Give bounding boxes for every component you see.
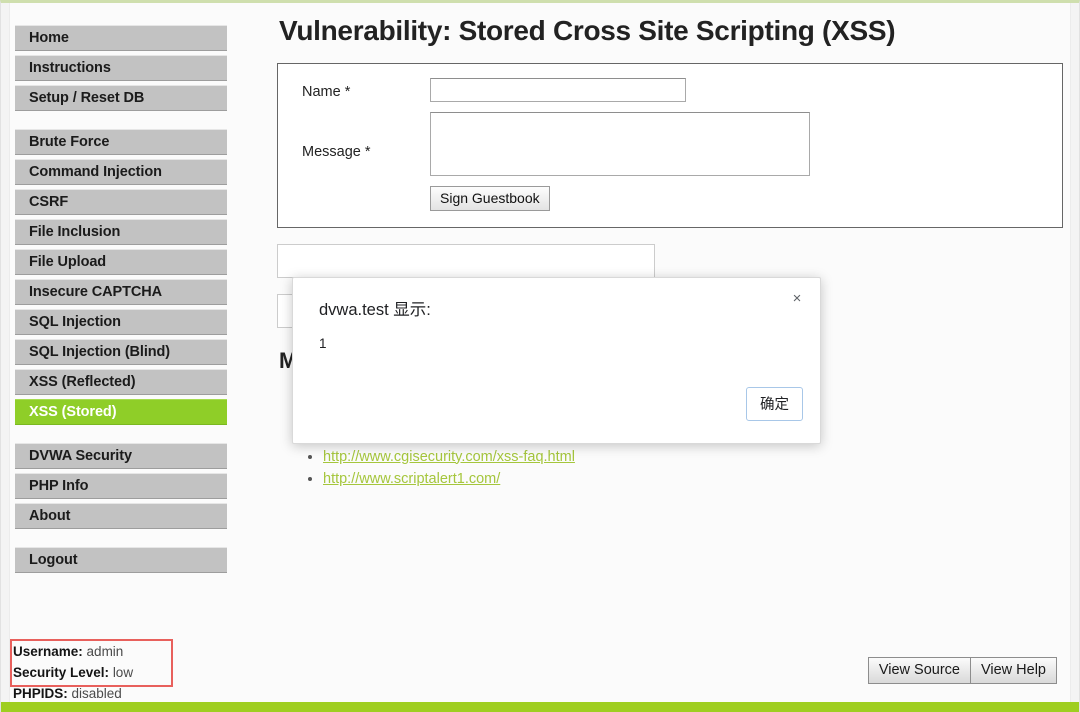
sidebar-item-about[interactable]: About [15, 503, 227, 529]
sidebar: Home Instructions Setup / Reset DB Brute… [15, 25, 227, 577]
phpids-value: disabled [71, 686, 122, 701]
message-textarea[interactable] [430, 112, 810, 176]
sidebar-item-dvwa-security[interactable]: DVWA Security [15, 443, 227, 469]
footer-accent-bar [1, 702, 1079, 712]
list-item: http://www.scriptalert1.com/ [323, 468, 1063, 491]
view-help-button[interactable]: View Help [970, 657, 1057, 684]
sidebar-item-file-upload[interactable]: File Upload [15, 249, 227, 275]
guestbook-entry [277, 244, 655, 278]
sidebar-item-sql-injection-blind[interactable]: SQL Injection (Blind) [15, 339, 227, 365]
list-item: http://www.cgisecurity.com/xss-faq.html [323, 446, 1063, 469]
username-row: Username: admin [13, 641, 235, 662]
sidebar-item-logout[interactable]: Logout [15, 547, 227, 573]
sidebar-item-home[interactable]: Home [15, 25, 227, 51]
dvwa-page: Home Instructions Setup / Reset DB Brute… [0, 0, 1080, 712]
sidebar-item-php-info[interactable]: PHP Info [15, 473, 227, 499]
sign-guestbook-button[interactable]: Sign Guestbook [430, 186, 550, 211]
sidebar-item-instructions[interactable]: Instructions [15, 55, 227, 81]
sidebar-divider [15, 533, 227, 547]
sidebar-divider [15, 115, 227, 129]
security-level-row: Security Level: low [13, 662, 235, 683]
dialog-title: dvwa.test 显示: [319, 301, 431, 319]
name-label: Name * [302, 84, 351, 100]
bottom-button-group: View Source View Help [867, 657, 1057, 684]
sidebar-item-file-inclusion[interactable]: File Inclusion [15, 219, 227, 245]
close-icon[interactable]: × [786, 288, 808, 310]
dialog-ok-button[interactable]: 确定 [746, 387, 803, 421]
sidebar-item-brute-force[interactable]: Brute Force [15, 129, 227, 155]
message-field-row: Message * [302, 112, 1044, 176]
sidebar-item-csrf[interactable]: CSRF [15, 189, 227, 215]
sidebar-item-sql-injection[interactable]: SQL Injection [15, 309, 227, 335]
link-cgisecurity-faq[interactable]: http://www.cgisecurity.com/xss-faq.html [323, 449, 575, 465]
phpids-row: PHPIDS: disabled [13, 683, 235, 704]
page-title: Vulnerability: Stored Cross Site Scripti… [279, 15, 896, 46]
phpids-label: PHPIDS: [13, 686, 68, 701]
javascript-alert-dialog: dvwa.test 显示: 1 × 确定 [292, 277, 821, 444]
username-value: admin [86, 644, 124, 659]
dialog-message: 1 [319, 336, 327, 351]
security-level-label: Security Level: [13, 665, 110, 680]
security-level-value: low [112, 665, 134, 680]
user-info-block: Username: admin Security Level: low PHPI… [13, 641, 235, 704]
sidebar-item-setup-reset-db[interactable]: Setup / Reset DB [15, 85, 227, 111]
name-field-row: Name * [302, 78, 1044, 102]
sidebar-item-xss-stored[interactable]: XSS (Stored) [15, 399, 227, 425]
name-input[interactable] [430, 78, 686, 102]
sidebar-divider [15, 429, 227, 443]
guestbook-form-panel: Name * Message * Sign Guestbook [277, 63, 1063, 228]
username-label: Username: [13, 644, 83, 659]
sidebar-item-insecure-captcha[interactable]: Insecure CAPTCHA [15, 279, 227, 305]
message-label: Message * [302, 144, 371, 160]
sidebar-item-xss-reflected[interactable]: XSS (Reflected) [15, 369, 227, 395]
view-source-button[interactable]: View Source [867, 657, 971, 684]
sidebar-item-command-injection[interactable]: Command Injection [15, 159, 227, 185]
link-scriptalert1[interactable]: http://www.scriptalert1.com/ [323, 471, 500, 487]
